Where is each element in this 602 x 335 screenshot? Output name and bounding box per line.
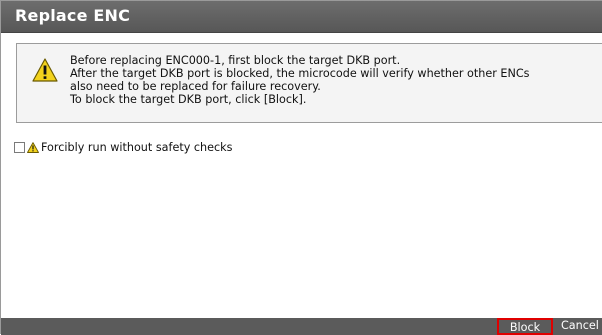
message-text: Before replacing ENC000-1, first block t… [70,54,590,106]
message-line: After the target DKB port is blocked, th… [70,67,530,80]
dialog-footer: Block Cancel [1,318,602,335]
small-warning-icon [27,141,39,153]
cancel-button[interactable]: Cancel [559,318,602,335]
replace-enc-dialog: Replace ENC Before replacing ENC000-1, f… [0,0,602,335]
forcibly-run-option: Forcibly run without safety checks [14,139,232,155]
dialog-title: Replace ENC [15,6,131,25]
message-line: Before replacing ENC000-1, first block t… [70,54,401,67]
dialog-titlebar: Replace ENC [1,1,602,33]
forcibly-run-label: Forcibly run without safety checks [41,140,233,154]
message-box: Before replacing ENC000-1, first block t… [16,43,602,123]
message-line: also need to be replaced for failure rec… [70,80,321,93]
warning-icon [32,58,58,82]
message-line: To block the target DKB port, click [Blo… [70,93,307,106]
block-button[interactable]: Block [497,318,553,335]
forcibly-run-checkbox[interactable] [14,141,25,153]
